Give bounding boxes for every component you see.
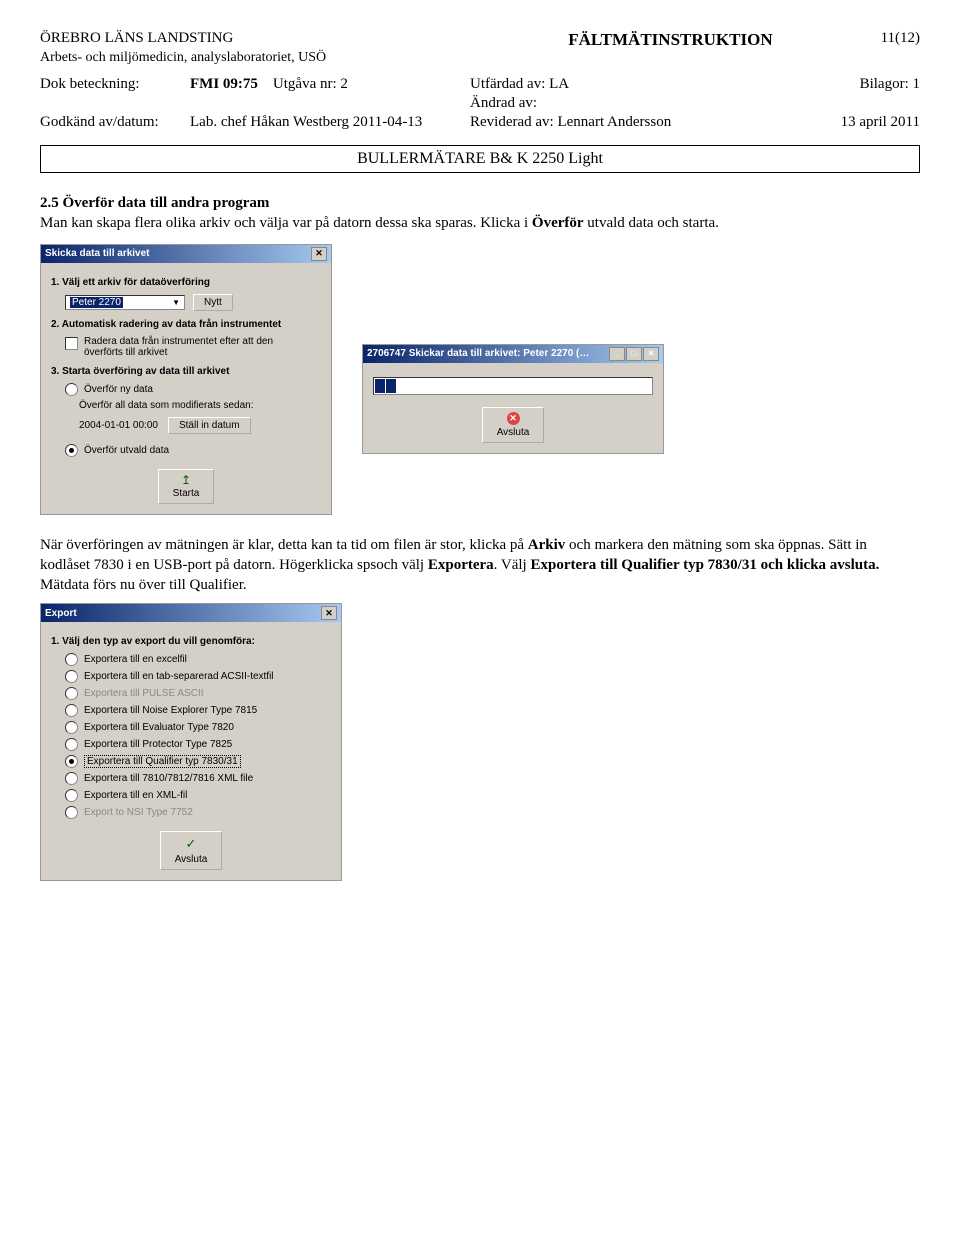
cancel-button[interactable]: ✕ Avsluta bbox=[482, 407, 545, 443]
para2-a: När överföringen av mätningen är klar, d… bbox=[40, 537, 528, 553]
org-name: ÖREBRO LÄNS LANDSTING bbox=[40, 30, 460, 50]
opt10: Export to NSI Type 7752 bbox=[84, 807, 193, 818]
start-label: Starta bbox=[173, 488, 200, 499]
para2-d: Exportera bbox=[428, 557, 494, 573]
start-button[interactable]: ↥ Starta bbox=[158, 469, 215, 504]
opt1: Exportera till en excelfil bbox=[84, 654, 187, 665]
cancel-x-icon: ✕ bbox=[507, 412, 520, 425]
bilagor: Bilagor: 1 bbox=[800, 76, 920, 93]
suborg: Arbets- och miljömedicin, analyslaborato… bbox=[40, 50, 920, 66]
dokbet-value: FMI 09:75 bbox=[190, 76, 258, 92]
section-heading: 2.5 Överför data till andra program bbox=[40, 195, 269, 211]
reviderad: Reviderad av: Lennart Andersson bbox=[470, 114, 800, 131]
erase-label: Radera data från instrumentet efter att … bbox=[84, 336, 273, 358]
since-date: 2004-01-01 00:00 bbox=[79, 420, 158, 431]
page-number: 11(12) bbox=[881, 30, 920, 50]
opt9: Exportera till en XML-fil bbox=[84, 790, 187, 801]
opt4: Exportera till Noise Explorer Type 7815 bbox=[84, 705, 257, 716]
radio-qualifier[interactable] bbox=[65, 755, 78, 768]
send-data-dialog: Skicka data till arkivet ✕ 1. Välj ett a… bbox=[40, 244, 332, 515]
para2-f: Exportera till Qualifier typ 7830/31 och… bbox=[530, 557, 879, 573]
para1-a: Man kan skapa flera olika arkiv och välj… bbox=[40, 215, 532, 231]
dlg1-title: Skicka data till arkivet bbox=[45, 248, 150, 259]
radio-evaluator[interactable] bbox=[65, 721, 78, 734]
radio-protector[interactable] bbox=[65, 738, 78, 751]
doc-title: BULLERMÄTARE B& K 2250 Light bbox=[40, 145, 920, 173]
para2-e: . Välj bbox=[494, 557, 531, 573]
dlg1-step3: 3. Starta överföring av data till arkive… bbox=[51, 366, 321, 377]
andrad: Ändrad av: bbox=[470, 95, 800, 112]
set-date-button[interactable]: Ställ in datum bbox=[168, 417, 251, 434]
finish-label: Avsluta bbox=[175, 854, 208, 865]
new-button[interactable]: Nytt bbox=[193, 294, 233, 311]
dlg3-step: 1. Välj den typ av export du vill genomf… bbox=[51, 636, 331, 647]
para2-b: Arkiv bbox=[528, 537, 566, 553]
radio-ascii[interactable] bbox=[65, 670, 78, 683]
dlg1-step2: 2. Automatisk radering av data från inst… bbox=[51, 319, 321, 330]
close-icon[interactable]: ✕ bbox=[311, 247, 327, 261]
dlg2-title: 2706747 Skickar data till arkivet: Peter… bbox=[367, 348, 589, 359]
check-icon: ✓ bbox=[186, 836, 197, 852]
archive-select[interactable]: Peter 2270 ▼ bbox=[65, 295, 185, 310]
radio-since-label: Överför all data som modifierats sedan: bbox=[79, 400, 254, 411]
opt6: Exportera till Protector Type 7825 bbox=[84, 739, 232, 750]
radio-new-label: Överför ny data bbox=[84, 384, 153, 395]
radio-new-data[interactable] bbox=[65, 383, 78, 396]
export-dialog: Export ✕ 1. Välj den typ av export du vi… bbox=[40, 603, 342, 881]
utfardad: Utfärdad av: LA bbox=[470, 76, 800, 93]
para1-b: Överför bbox=[532, 215, 584, 231]
start-arrow-icon: ↥ bbox=[181, 474, 191, 486]
radio-xml[interactable] bbox=[65, 789, 78, 802]
radio-pulse bbox=[65, 687, 78, 700]
opt8: Exportera till 7810/7812/7816 XML file bbox=[84, 773, 253, 784]
godkand-value: Lab. chef Håkan Westberg 2011-04-13 bbox=[190, 114, 470, 131]
archive-selected: Peter 2270 bbox=[70, 297, 123, 308]
dokbet-label: Dok beteckning: bbox=[40, 76, 190, 93]
maximize-icon[interactable]: □ bbox=[626, 347, 642, 361]
godkand-label: Godkänd av/datum: bbox=[40, 114, 190, 131]
dlg1-step1: 1. Välj ett arkiv för dataöverföring bbox=[51, 277, 321, 288]
radio-selected-label: Överför utvald data bbox=[84, 445, 169, 456]
minimize-icon[interactable]: _ bbox=[609, 347, 625, 361]
close-icon[interactable]: ✕ bbox=[643, 347, 659, 361]
radio-xml-7810[interactable] bbox=[65, 772, 78, 785]
close-icon[interactable]: ✕ bbox=[321, 606, 337, 620]
radio-selected-data[interactable] bbox=[65, 444, 78, 457]
progress-dialog: 2706747 Skickar data till arkivet: Peter… bbox=[362, 344, 664, 454]
radio-noise-explorer[interactable] bbox=[65, 704, 78, 717]
opt5: Exportera till Evaluator Type 7820 bbox=[84, 722, 234, 733]
progress-bar bbox=[373, 377, 653, 395]
opt2: Exportera till en tab-separerad ACSII-te… bbox=[84, 671, 274, 682]
radio-excel[interactable] bbox=[65, 653, 78, 666]
opt7: Exportera till Qualifier typ 7830/31 bbox=[84, 755, 241, 768]
opt3: Exportera till PULSE ASCII bbox=[84, 688, 204, 699]
doc-type: FÄLTMÄTINSTRUKTION bbox=[460, 30, 880, 50]
erase-checkbox[interactable] bbox=[65, 337, 78, 350]
para1-c: utvald data och starta. bbox=[584, 215, 719, 231]
finish-button[interactable]: ✓ Avsluta bbox=[160, 831, 223, 870]
radio-nsi bbox=[65, 806, 78, 819]
chevron-down-icon: ▼ bbox=[172, 298, 180, 307]
revdate: 13 april 2011 bbox=[800, 114, 920, 131]
para2-g: Mätdata förs nu över till Qualifier. bbox=[40, 577, 247, 593]
dlg3-title: Export bbox=[45, 608, 77, 619]
utgava: Utgåva nr: 2 bbox=[273, 76, 348, 92]
cancel-label: Avsluta bbox=[497, 427, 530, 438]
